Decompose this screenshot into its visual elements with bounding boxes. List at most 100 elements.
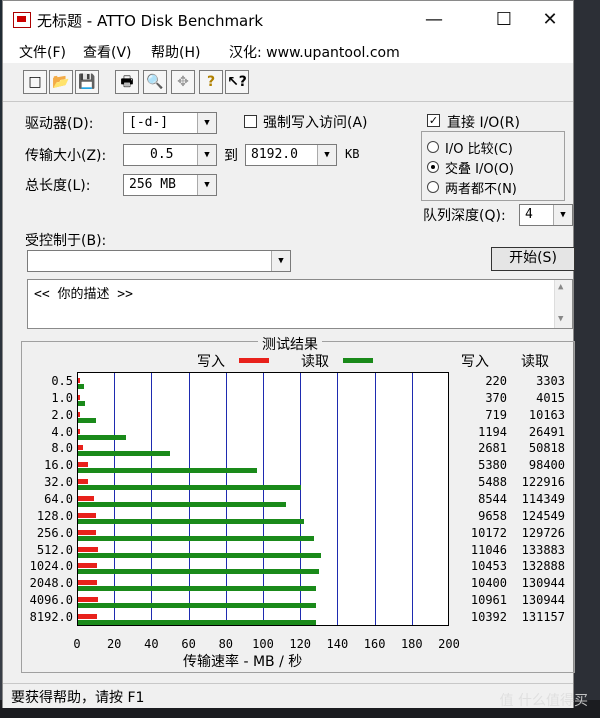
- read-bar: [78, 485, 302, 491]
- column-header-read: 读取: [521, 354, 549, 370]
- transfer-from-value: 0.5: [150, 147, 174, 162]
- read-value-label: 131157: [521, 609, 565, 624]
- write-bar: [78, 428, 81, 434]
- write-bar: [78, 613, 97, 619]
- description-field[interactable]: << 你的描述 >> ▲ ▼: [27, 279, 573, 329]
- read-value-label: 3303: [536, 374, 565, 388]
- new-document-icon[interactable]: □: [23, 70, 47, 94]
- chevron-down-icon[interactable]: ▼: [197, 175, 216, 195]
- write-bar: [78, 529, 97, 535]
- transfer-to-select[interactable]: 8192.0 ▼: [245, 144, 337, 166]
- controlled-by-select[interactable]: ▼: [27, 250, 291, 272]
- transfer-size-label: 传输大小(Z):: [25, 148, 107, 164]
- save-disk-icon[interactable]: 💾: [75, 70, 99, 94]
- write-bar: [78, 378, 80, 383]
- read-bar: [78, 468, 257, 474]
- read-bar: [78, 586, 316, 592]
- whats-this-help-icon[interactable]: ↖?: [225, 70, 249, 94]
- minimize-button[interactable]: —: [411, 1, 457, 39]
- y-tick-label: 512.0: [36, 542, 73, 557]
- write-value-label: 2681: [478, 441, 507, 456]
- write-bar: [78, 479, 88, 485]
- direct-io-checkbox[interactable]: ✓: [427, 114, 440, 127]
- transfer-to-value: 8192.0: [251, 147, 298, 162]
- read-bar: [78, 535, 314, 541]
- write-value-label: 10453: [470, 559, 507, 574]
- write-value-label: 370: [485, 390, 507, 405]
- write-value-label: 10400: [470, 576, 507, 591]
- to-label: 到: [224, 148, 238, 164]
- write-bar: [78, 563, 97, 569]
- write-value-label: 5380: [478, 458, 507, 473]
- status-bar: 要获得帮助，请按 F1: [3, 683, 573, 708]
- read-bar: [78, 417, 97, 423]
- read-value-label: 26491: [528, 424, 565, 439]
- chevron-down-icon[interactable]: ▼: [197, 113, 216, 133]
- read-value-label: 129726: [521, 525, 565, 540]
- transfer-unit: KB: [345, 147, 360, 161]
- y-tick-label: 1.0: [51, 390, 73, 405]
- menu-view[interactable]: 查看(V): [83, 42, 132, 62]
- legend-write-swatch: [239, 358, 269, 363]
- y-tick-label: 8.0: [51, 441, 73, 456]
- chevron-down-icon[interactable]: ▼: [271, 251, 290, 271]
- app-icon: [13, 12, 31, 28]
- y-tick-label: 8192.0: [29, 609, 73, 624]
- read-bar: [78, 603, 316, 609]
- y-tick-label: 4096.0: [29, 593, 73, 608]
- status-text: 要获得帮助，请按 F1: [11, 690, 145, 706]
- read-bar: [78, 552, 322, 558]
- force-write-checkbox[interactable]: [244, 115, 257, 128]
- x-tick-label: 60: [181, 637, 196, 651]
- window-title: 无标题 - ATTO Disk Benchmark: [37, 12, 264, 30]
- app-window: 无标题 - ATTO Disk Benchmark — ☐ ✕ 文件(F) 查看…: [2, 0, 575, 708]
- write-bar: [78, 411, 80, 417]
- gridline: [374, 373, 376, 625]
- queue-depth-select[interactable]: 4 ▼: [519, 204, 573, 226]
- menu-file[interactable]: 文件(F): [19, 42, 66, 62]
- read-bar: [78, 384, 84, 389]
- gridline: [337, 373, 339, 625]
- scroll-up-icon[interactable]: ▲: [558, 282, 563, 292]
- title-bar[interactable]: 无标题 - ATTO Disk Benchmark — ☐ ✕: [3, 1, 573, 39]
- scroll-down-icon[interactable]: ▼: [558, 314, 563, 324]
- start-button[interactable]: 开始(S): [491, 247, 575, 271]
- write-bar: [78, 445, 83, 451]
- legend-read-swatch: [343, 358, 373, 363]
- total-length-label: 总长度(L):: [25, 178, 91, 194]
- total-length-select[interactable]: 256 MB ▼: [123, 174, 217, 196]
- y-tick-label: 128.0: [36, 508, 73, 523]
- chevron-down-icon[interactable]: ▼: [197, 145, 216, 165]
- move-arrows-icon[interactable]: ✥: [171, 70, 195, 94]
- drive-value: [-d-]: [129, 115, 169, 130]
- chevron-down-icon[interactable]: ▼: [317, 145, 336, 165]
- drive-select[interactable]: [-d-] ▼: [123, 112, 217, 134]
- print-icon[interactable]: 🖶: [115, 70, 139, 94]
- read-bar: [78, 451, 171, 457]
- io-compare-label: I/O 比较(C): [445, 142, 513, 157]
- read-value-label: 98400: [528, 458, 565, 473]
- write-bar: [78, 597, 98, 603]
- neither-radio[interactable]: [427, 181, 439, 193]
- help-icon[interactable]: ?: [199, 70, 223, 94]
- chevron-down-icon[interactable]: ▼: [553, 205, 572, 225]
- transfer-from-select[interactable]: 0.5 ▼: [123, 144, 217, 166]
- maximize-button[interactable]: ☐: [481, 1, 527, 39]
- menu-help[interactable]: 帮助(H): [151, 42, 200, 62]
- read-bar: [78, 501, 286, 507]
- close-button[interactable]: ✕: [527, 1, 573, 39]
- y-tick-label: 2048.0: [29, 576, 73, 591]
- y-tick-label: 4.0: [51, 424, 73, 439]
- toolbar: □ 📂 💾 🖶 🔍 ✥ ? ↖?: [3, 65, 573, 102]
- description-scrollbar[interactable]: ▲ ▼: [554, 280, 572, 328]
- print-preview-icon[interactable]: 🔍: [143, 70, 167, 94]
- x-tick-label: 180: [400, 637, 423, 651]
- y-tick-label: 16.0: [44, 458, 73, 473]
- direct-io-label: 直接 I/O(R): [447, 115, 520, 131]
- overlap-io-radio[interactable]: [427, 161, 439, 173]
- io-compare-radio[interactable]: [427, 141, 439, 153]
- write-bar: [78, 580, 97, 586]
- open-folder-icon[interactable]: 📂: [49, 70, 73, 94]
- x-tick-label: 20: [106, 637, 122, 651]
- x-tick-label: 120: [289, 637, 312, 651]
